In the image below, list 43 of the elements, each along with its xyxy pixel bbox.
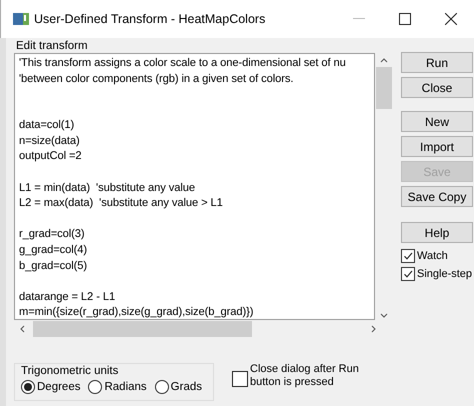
code-line: 'between color components (rgb) in a given set of colors. (19, 72, 294, 87)
dialog-button[interactable]: Import (401, 136, 473, 157)
radio-button[interactable] (88, 380, 102, 394)
checkbox[interactable] (401, 267, 415, 281)
code-editor[interactable] (14, 53, 376, 320)
dialog-button[interactable]: Save Copy (401, 186, 473, 207)
scroll-right-icon[interactable] (371, 324, 376, 332)
radio-label: Degrees (37, 381, 80, 393)
code-line: 'This transform assigns a color scale to a one-dimensional set of nu (19, 56, 347, 71)
radio-label: Grads (170, 381, 202, 393)
scroll-down-icon[interactable] (380, 313, 388, 318)
close-icon[interactable] (445, 13, 457, 25)
dialog-button[interactable]: Run (401, 52, 473, 73)
code-line: r_grad=col(3) (19, 227, 86, 242)
checkbox-label: Close dialog after Run button is pressed (250, 363, 360, 389)
code-line: L1 = min(data) 'substitute any value (19, 180, 196, 196)
group-label: Trigonometric units (21, 365, 120, 379)
dialog-button[interactable]: New (401, 111, 473, 132)
window-title: User-Defined Transform - HeatMapColors (34, 12, 266, 26)
code-line: datarange = L2 - L1 (19, 290, 116, 305)
code-line: outputCol =2 (19, 149, 83, 164)
checkbox-label: Watch (417, 250, 448, 262)
scrollbar-thumb[interactable] (33, 320, 252, 336)
app-icon (13, 12, 29, 26)
code-line: n=size(data) (19, 134, 81, 149)
code-line: data=col(1) (19, 118, 76, 134)
code-line: b_grad=col(5) (19, 258, 88, 274)
code-line: m=min({size(r_grad),size(g_grad),size(b_grad)}) (19, 305, 254, 319)
checkbox-label: Single-step (417, 268, 472, 280)
scroll-up-icon[interactable] (380, 58, 388, 63)
dialog-button[interactable]: Close (401, 77, 473, 98)
radio-button[interactable] (154, 380, 169, 394)
scrollbar-thumb[interactable] (376, 67, 392, 109)
code-line: L2 = max(data) 'substitute any value > L1 (19, 196, 224, 212)
checkbox[interactable] (232, 371, 248, 387)
scroll-left-icon[interactable] (20, 324, 25, 332)
dialog-button[interactable]: Help (401, 222, 473, 243)
radio-label: Radians (104, 381, 147, 393)
code-line: g_grad=col(4) (19, 242, 88, 258)
editor-label: Edit transform (16, 39, 89, 53)
radio-button[interactable] (21, 380, 35, 394)
checkbox[interactable] (401, 249, 415, 263)
maximize-icon[interactable] (399, 13, 411, 25)
